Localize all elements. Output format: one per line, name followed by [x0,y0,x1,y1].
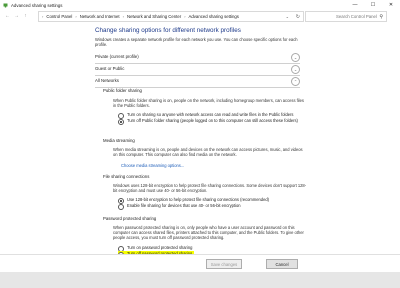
chevron-up-icon[interactable]: ⌃ [291,77,300,86]
encryption-40-56-option[interactable]: Enable file sharing for devices that use… [118,203,308,210]
file-sharing-title: File sharing connections [103,174,150,179]
public-folder-text: When Public folder sharing is on, people… [113,98,304,109]
window: Advanced sharing settings — ☐ ✕ ← → ↑ › … [0,0,400,273]
network-icon [3,3,8,8]
password-sharing-text: When password protected sharing is on, o… [113,225,304,241]
radio-button[interactable] [118,203,124,210]
password-sharing-title: Password protected sharing [103,216,157,221]
chevron-down-icon[interactable]: ⌄ [291,53,300,62]
title-bar: Advanced sharing settings — ☐ ✕ [0,0,400,10]
search-input[interactable]: Search Control Panel ⚲ [305,11,387,22]
dialog-footer: Save changes Cancel [0,254,400,273]
breadcrumb-item[interactable]: Advanced sharing settings [189,14,239,19]
media-streaming-text: When media streaming is on, people and d… [113,147,303,158]
chevron-right-icon: › [184,14,186,19]
profile-label: Private (current profile) [95,54,139,59]
page-description: Windows creates a separate network profi… [95,37,298,48]
option-label: Enable file sharing for devices that use… [127,203,241,208]
chevron-right-icon: › [75,14,77,19]
breadcrumb-item[interactable]: Network and Internet [80,14,120,19]
refresh-icon[interactable]: ↻ [296,14,300,20]
profile-private[interactable]: Private (current profile) ⌄ [95,53,300,64]
cancel-button[interactable]: Cancel [266,259,298,269]
chevron-right-icon: › [122,14,124,19]
maximize-button[interactable]: ☐ [364,0,382,10]
search-placeholder: Search Control Panel [336,14,377,19]
main-content: Change sharing options for different net… [0,24,400,258]
media-streaming-title: Media streaming [103,138,135,143]
option-label: Turn off Public folder sharing (people l… [127,118,298,123]
breadcrumb-item[interactable]: Control Panel [46,14,72,19]
chevron-down-icon[interactable]: ⌄ [291,65,300,74]
breadcrumb[interactable]: › Control Panel › Network and Internet ›… [38,11,304,22]
forward-arrow-icon[interactable]: → [12,13,21,19]
close-button[interactable]: ✕ [382,0,400,10]
chevron-down-icon[interactable]: ⌄ [286,14,289,19]
up-arrow-icon[interactable]: ↑ [21,13,30,19]
radio-button[interactable] [118,118,124,125]
public-folder-off-option[interactable]: Turn off Public folder sharing (people l… [118,118,308,125]
taskbar [0,272,400,288]
profile-all-networks[interactable]: All Networks ⌃ [95,77,300,88]
minimize-button[interactable]: — [346,0,364,10]
page-title: Change sharing options for different net… [95,27,241,34]
profile-label: Guest or Public [95,66,125,71]
window-title: Advanced sharing settings [11,2,63,8]
breadcrumb-item[interactable]: Network and Sharing Center [127,14,181,19]
public-folder-title: Public folder sharing [103,88,142,93]
address-bar: ← → ↑ › Control Panel › Network and Inte… [0,10,400,22]
profile-label: All Networks [95,78,119,83]
back-arrow-icon[interactable]: ← [3,13,12,19]
search-icon[interactable]: ⚲ [379,14,383,20]
profile-guest-public[interactable]: Guest or Public ⌄ [95,65,300,76]
file-sharing-text: Windows uses 128-bit encryption to help … [113,183,307,194]
chevron-right-icon: › [42,14,44,19]
save-changes-button[interactable]: Save changes [206,259,242,269]
media-streaming-options-link[interactable]: Choose media streaming options... [121,163,184,168]
